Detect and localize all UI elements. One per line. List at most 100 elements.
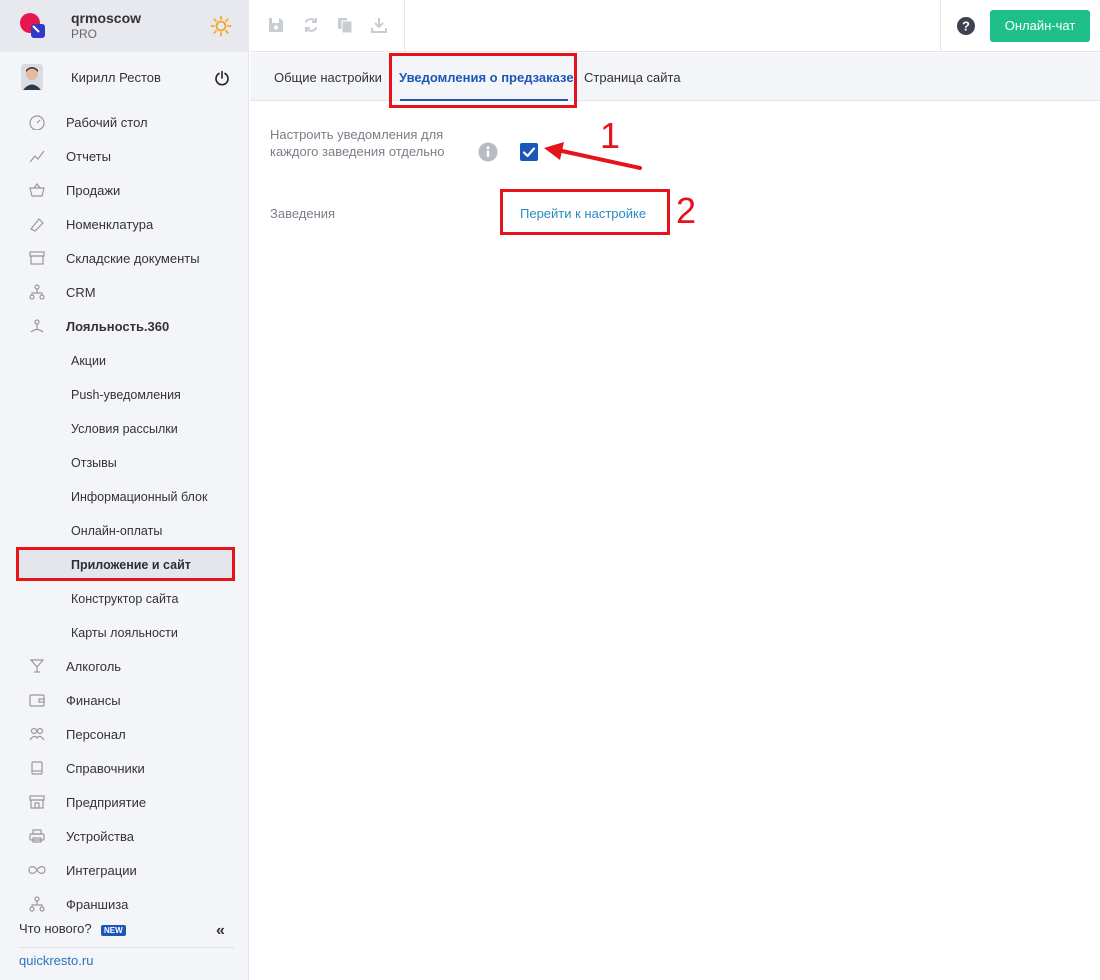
sun-icon[interactable] [210,15,232,37]
sidebar-subitem-label: Онлайн-оплаты [71,524,163,538]
user-name: Кирилл Рестов [71,70,161,85]
sidebar-subitem-promotions[interactable]: Акции [0,343,249,377]
people-icon [29,727,45,741]
sidebar-item-devices[interactable]: Устройства [0,819,249,853]
sidebar-subitem-loyalty-cards[interactable]: Карты лояльности [0,615,249,649]
toolbar-divider [940,0,941,52]
avatar [21,64,43,90]
sidebar-item-label: Предприятие [66,795,147,810]
sidebar-item-reports[interactable]: Отчеты [0,139,249,173]
book-icon [31,761,43,775]
sidebar: qrmoscow PRO Кирилл Рестов Рабочий стол … [0,0,249,980]
whats-new-link[interactable]: Что нового? [19,921,92,936]
sidebar-item-enterprise[interactable]: Предприятие [0,785,249,819]
sidebar-item-nomenclature[interactable]: Номенклатура [0,207,249,241]
logo-icon [20,13,45,38]
sidebar-item-label: Алкоголь [66,659,122,674]
venues-label: Заведения [270,206,336,221]
dashboard-icon [29,115,45,130]
infinity-icon [28,866,46,874]
help-icon[interactable]: ? [956,16,976,36]
sidebar-item-warehouse[interactable]: Складские документы [0,241,249,275]
user-profile[interactable]: Кирилл Рестов [0,62,249,94]
sidebar-subitem-label: Push-уведомления [71,388,181,402]
online-chat-button[interactable]: Онлайн-чат [990,10,1090,42]
info-icon[interactable] [478,142,498,162]
checkmark-icon [522,147,536,158]
sidebar-subitem-label: Информационный блок [71,490,208,504]
sidebar-subitem-label: Приложение и сайт [71,558,191,572]
sidebar-subitem-online-payments[interactable]: Онлайн-оплаты [0,513,249,547]
goto-settings-link[interactable]: Перейти к настройке [520,206,646,221]
refresh-icon[interactable] [302,16,320,34]
sidebar-item-crm[interactable]: CRM [0,275,249,309]
archive-icon [29,251,45,265]
download-icon[interactable] [370,16,388,34]
site-link[interactable]: quickresto.ru [19,953,93,968]
sidebar-item-franchise[interactable]: Франшиза [0,887,249,921]
sidebar-item-label: Устройства [66,829,135,844]
sidebar-item-label: Персонал [66,727,126,742]
sidebar-subitem-label: Отзывы [71,456,117,470]
loyalty-icon [30,319,44,333]
annotation-arrow-icon [544,142,642,170]
hierarchy-icon [29,284,45,300]
annotation-number-1: 1 [600,115,621,156]
tab-preorder-notifications[interactable]: Уведомления о предзаказе [399,70,574,85]
chart-icon [29,150,45,163]
sidebar-item-label: Финансы [66,693,121,708]
tag-icon [30,218,44,232]
sidebar-item-label: Рабочий стол [66,115,148,130]
new-badge: NEW [101,925,126,936]
divider [19,947,234,948]
basket-icon [29,183,45,197]
sidebar-item-label: Лояльность.360 [66,319,170,334]
hierarchy-icon [29,896,45,912]
sidebar-subitem-site-builder[interactable]: Конструктор сайта [0,581,249,615]
sidebar-item-label: Номенклатура [66,217,154,232]
per-venue-setting-label: Настроить уведомления для каждого заведе… [270,127,445,159]
sidebar-item-label: Интеграции [66,863,137,878]
printer-icon [29,829,45,843]
brand-header: qrmoscow PRO [0,0,249,52]
sidebar-item-label: Складские документы [66,251,200,266]
wallet-icon [29,694,45,707]
toolbar-divider [404,0,405,52]
cocktail-icon [29,659,45,673]
store-icon [29,795,45,809]
tab-general-settings[interactable]: Общие настройки [274,70,382,85]
sidebar-subitem-label: Условия рассылки [71,422,178,436]
tab-site-page[interactable]: Страница сайта [584,70,681,85]
annotation-number-2: 2 [676,190,697,231]
sidebar-item-dashboard[interactable]: Рабочий стол [0,105,249,139]
tab-bar: Общие настройки Уведомления о предзаказе… [250,53,1100,101]
sidebar-item-directories[interactable]: Справочники [0,751,249,785]
sidebar-subitem-label: Конструктор сайта [71,592,179,606]
sidebar-subitem-info-block[interactable]: Информационный блок [0,479,249,513]
sidebar-item-label: CRM [66,285,96,300]
brand-name: qrmoscow [71,10,142,26]
power-icon[interactable] [214,70,230,86]
sidebar-item-alcohol[interactable]: Алкоголь [0,649,249,683]
sidebar-subitem-app-and-site[interactable]: Приложение и сайт [16,547,233,581]
copy-icon[interactable] [336,16,354,34]
collapse-sidebar-icon[interactable]: « [216,922,225,940]
sidebar-item-label: Справочники [66,761,145,776]
sidebar-item-label: Отчеты [66,149,111,164]
top-toolbar: ? Онлайн-чат [250,0,1100,52]
active-tab-indicator [400,99,568,101]
sidebar-subitem-label: Акции [71,354,106,368]
sidebar-item-label: Франшиза [66,897,129,912]
svg-text:?: ? [962,19,970,34]
sidebar-subitem-label: Карты лояльности [71,626,178,640]
sidebar-item-staff[interactable]: Персонал [0,717,249,751]
sidebar-item-loyalty[interactable]: Лояльность.360 [0,309,249,343]
per-venue-checkbox[interactable] [520,143,538,161]
sidebar-item-integrations[interactable]: Интеграции [0,853,249,887]
sidebar-subitem-reviews[interactable]: Отзывы [0,445,249,479]
sidebar-item-finance[interactable]: Финансы [0,683,249,717]
sidebar-item-sales[interactable]: Продажи [0,173,249,207]
save-icon[interactable] [267,16,285,34]
sidebar-subitem-mailing[interactable]: Условия рассылки [0,411,249,445]
sidebar-subitem-push[interactable]: Push-уведомления [0,377,249,411]
